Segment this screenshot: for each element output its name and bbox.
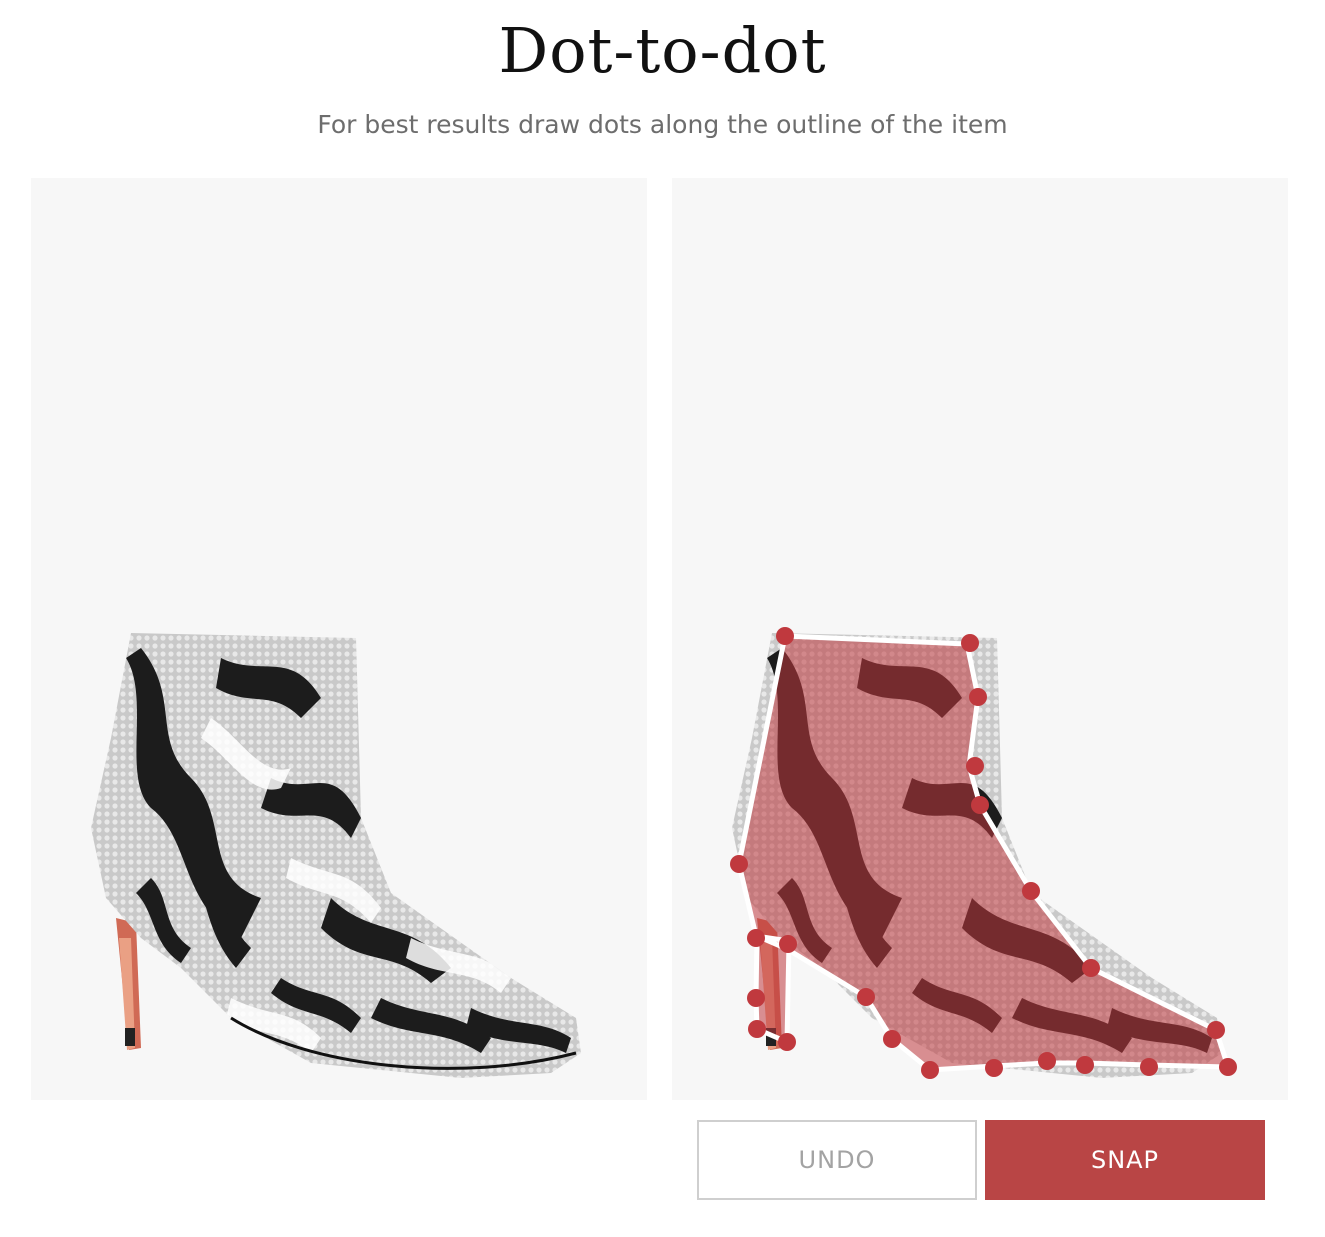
boot-selection-canvas[interactable]: [672, 178, 1288, 1100]
undo-button[interactable]: UNDO: [697, 1120, 977, 1200]
outline-dot: [1022, 882, 1040, 900]
outline-dot: [969, 688, 987, 706]
page-title: Dot-to-dot: [498, 14, 827, 87]
outline-dot: [779, 935, 797, 953]
outline-dot: [748, 1020, 766, 1038]
outline-dot: [966, 757, 984, 775]
outline-dot: [985, 1059, 1003, 1077]
source-image-panel: [31, 178, 647, 1100]
editor-canvas-panel[interactable]: [672, 178, 1288, 1100]
outline-dot: [971, 796, 989, 814]
outline-dot: [1082, 959, 1100, 977]
outline-dot: [778, 1033, 796, 1051]
outline-dot: [921, 1061, 939, 1079]
snap-button[interactable]: SNAP: [985, 1120, 1265, 1200]
outline-dot: [730, 855, 748, 873]
outline-dot: [747, 989, 765, 1007]
outline-dot: [1140, 1058, 1158, 1076]
outline-dot: [1219, 1058, 1237, 1076]
outline-dot: [961, 634, 979, 652]
boot-image: [91, 633, 581, 1078]
outline-dot: [1076, 1056, 1094, 1074]
outline-dot: [857, 988, 875, 1006]
outline-dot: [776, 627, 794, 645]
outline-dot: [1038, 1052, 1056, 1070]
outline-dot: [1207, 1021, 1225, 1039]
outline-dot: [883, 1030, 901, 1048]
outline-dot: [747, 929, 765, 947]
page-subtitle: For best results draw dots along the out…: [317, 110, 1008, 139]
